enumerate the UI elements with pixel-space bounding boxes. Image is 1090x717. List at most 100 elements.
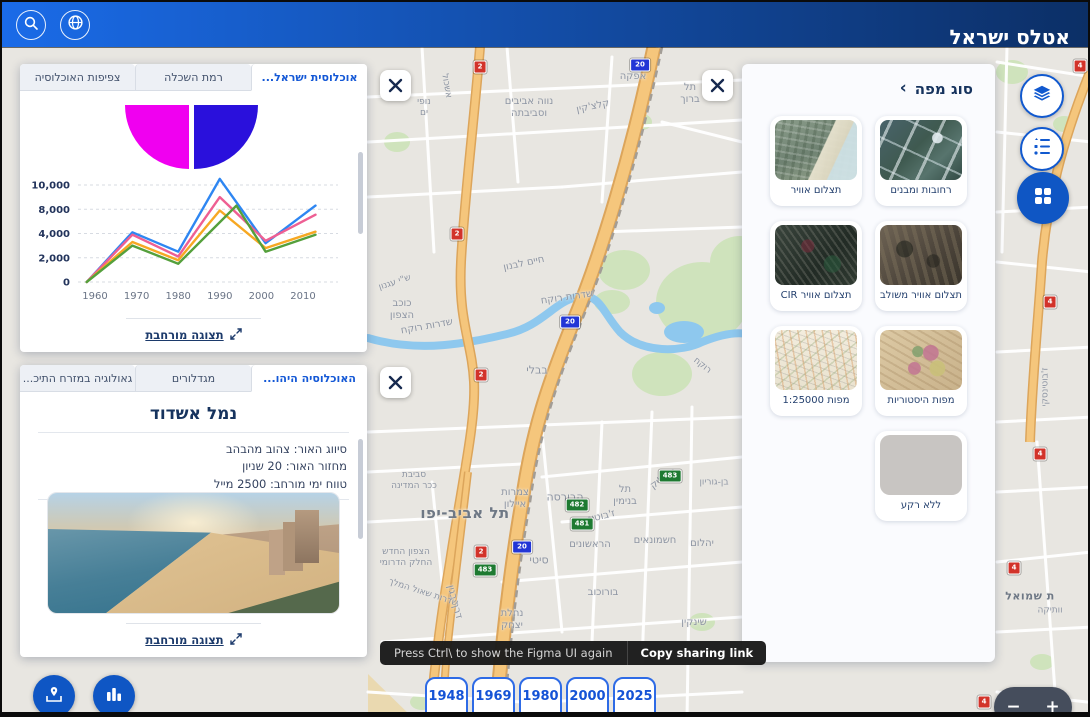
svg-text:4,000: 4,000	[38, 229, 70, 240]
route-shield-2: 2	[451, 228, 464, 241]
map-type-label: ללא רקע	[901, 500, 941, 511]
tab-population-2[interactable]: צפיפות האוכלוסיה	[20, 64, 135, 91]
bar-chart-icon	[105, 685, 123, 707]
map-type-thumbnail-streets	[880, 120, 962, 180]
scrollbar-thumb[interactable]	[358, 439, 363, 539]
locate-on-map-button[interactable]	[33, 675, 75, 717]
map-type-card-streets[interactable]: רחובות ומבנים	[875, 116, 967, 206]
route-shield-483: 483	[474, 564, 497, 577]
route-shield-4: 4	[978, 696, 991, 709]
tab-population-0[interactable]: אוכלוסית ישראל...	[251, 64, 367, 91]
map-type-thumbnail-cir	[775, 225, 857, 285]
lighthouse-panel-tabs: האוכלוסיה היהו...מגדלוריםגאולוגיה במזרח …	[20, 365, 367, 392]
app-title: אטלס ישראל	[949, 15, 1070, 60]
tab-lighthouse-1[interactable]: מגדלורים	[135, 365, 251, 392]
figma-toast: Press Ctrl\ to show the Figma UI again C…	[380, 641, 766, 665]
route-shield-4: 4	[1044, 296, 1057, 309]
apps-grid-icon	[1033, 186, 1053, 210]
population-panel: אוכלוסית ישראל...רמת השכלהצפיפות האוכלוס…	[20, 64, 367, 352]
app-window: תל אביב-יפוהבורסהצמרות איילוןז'בוטינסקית…	[0, 0, 1090, 717]
timeline-years: 19481969198020002025	[425, 677, 656, 717]
tab-population-1[interactable]: רמת השכלה	[135, 64, 251, 91]
copy-sharing-link-button[interactable]: Copy sharing link	[627, 641, 767, 665]
svg-text:0: 0	[63, 278, 70, 289]
population-chart: 02,0004,0008,00010,000196019701980199020…	[20, 91, 367, 331]
map-type-thumbnail-combined	[880, 225, 962, 285]
expand-arrows-icon	[230, 630, 242, 649]
zoom-in-button[interactable]: +	[1037, 697, 1067, 717]
map-type-card-none[interactable]: ללא רקע	[875, 431, 967, 521]
route-shield-20: 20	[512, 541, 532, 554]
route-shield-4: 4	[1074, 60, 1087, 73]
feature-title: נמל אשדוד	[20, 404, 367, 424]
route-shield-4: 4	[1034, 448, 1047, 461]
map-type-label: תצלום אוויר	[791, 185, 842, 196]
feature-detail-line: טווח ימי מורחב: 2500 מייל	[40, 476, 347, 493]
map-type-label: מפות 1:25000	[782, 395, 849, 406]
map-type-label: תצלום אוויר CIR	[781, 290, 852, 301]
expand-view-link[interactable]: תצוגה מורחבת	[126, 318, 261, 346]
svg-text:2010: 2010	[290, 291, 315, 302]
search-icon	[23, 15, 39, 35]
scrollbar-thumb[interactable]	[358, 152, 363, 234]
divider	[38, 432, 349, 433]
map-type-card-aerial[interactable]: תצלום אוויר	[770, 116, 862, 206]
expand-view-link[interactable]: תצוגה מורחבת	[126, 623, 261, 651]
map-type-card-historic[interactable]: מפות היסטוריות	[875, 326, 967, 416]
svg-text:1980: 1980	[165, 291, 190, 302]
route-shield-20: 20	[630, 59, 650, 72]
year-button-1969[interactable]: 1969	[472, 677, 515, 717]
map-type-card-combined[interactable]: תצלום אוויר משולב	[875, 221, 967, 311]
expand-arrows-icon	[230, 325, 242, 344]
route-shield-481: 481	[571, 518, 594, 531]
chevron-collapse-icon[interactable]: ›	[900, 80, 907, 97]
close-panel-button[interactable]	[702, 70, 733, 101]
map-type-label: תצלום אוויר משולב	[880, 290, 962, 301]
route-shield-483: 483	[659, 470, 682, 483]
route-shield-2: 2	[475, 546, 488, 559]
map-type-card-cir[interactable]: תצלום אוויר CIR	[770, 221, 862, 311]
map-type-panel: סוג מפה › רחובות ומבנים תצלום אוויר תצלום …	[742, 64, 995, 662]
language-globe-button[interactable]	[60, 10, 90, 40]
year-button-1948[interactable]: 1948	[425, 677, 468, 717]
population-panel-tabs: אוכלוסית ישראל...רמת השכלהצפיפות האוכלוס…	[20, 64, 367, 91]
photo-tower	[295, 510, 318, 563]
layers-button[interactable]	[1020, 74, 1064, 118]
map-type-grid: רחובות ומבנים תצלום אוויר תצלום אוויר משול…	[742, 104, 995, 521]
globe-icon	[67, 14, 84, 35]
route-shield-2: 2	[474, 61, 487, 74]
svg-text:10,000: 10,000	[31, 181, 70, 192]
tab-lighthouse-2[interactable]: גאולוגיה במזרח התיכ...	[20, 365, 135, 392]
map-type-card-topo[interactable]: מפות 1:25000	[770, 326, 862, 416]
svg-text:2,000: 2,000	[38, 253, 70, 264]
legend-button[interactable]	[1020, 127, 1064, 171]
svg-text:1970: 1970	[124, 291, 149, 302]
year-button-1980[interactable]: 1980	[519, 677, 562, 717]
svg-text:1990: 1990	[207, 291, 232, 302]
apps-grid-button[interactable]	[1017, 172, 1069, 224]
layers-icon	[1031, 83, 1053, 109]
expand-view-label: תצוגה מורחבת	[145, 328, 223, 342]
route-shield-2: 2	[475, 369, 488, 382]
year-button-2000[interactable]: 2000	[566, 677, 609, 717]
year-button-2025[interactable]: 2025	[613, 677, 656, 717]
feature-detail-line: מחזור האור: 20 שניון	[40, 458, 347, 475]
statistics-button[interactable]	[93, 675, 135, 717]
expand-view-label: תצוגה מורחבת	[145, 633, 223, 647]
legend-list-icon	[1032, 137, 1052, 161]
lighthouse-panel: האוכלוסיה היהו...מגדלוריםגאולוגיה במזרח …	[20, 365, 367, 657]
feature-photo	[47, 492, 340, 614]
map-type-title: סוג מפה	[915, 80, 973, 98]
map-type-header: סוג מפה ›	[742, 64, 995, 104]
search-button[interactable]	[16, 10, 46, 40]
close-panel-button[interactable]	[380, 70, 411, 101]
top-bar: אטלס ישראל	[2, 2, 1088, 47]
route-shield-4: 4	[1008, 562, 1021, 575]
map-type-thumbnail-topo	[775, 330, 857, 390]
map-type-label: רחובות ומבנים	[890, 185, 951, 196]
tab-lighthouse-0[interactable]: האוכלוסיה היהו...	[251, 365, 367, 392]
zoom-out-button[interactable]: −	[998, 697, 1028, 717]
map-zoom-controls: − +	[994, 687, 1072, 717]
close-panel-button[interactable]	[380, 367, 411, 398]
route-shield-20: 20	[560, 316, 580, 329]
